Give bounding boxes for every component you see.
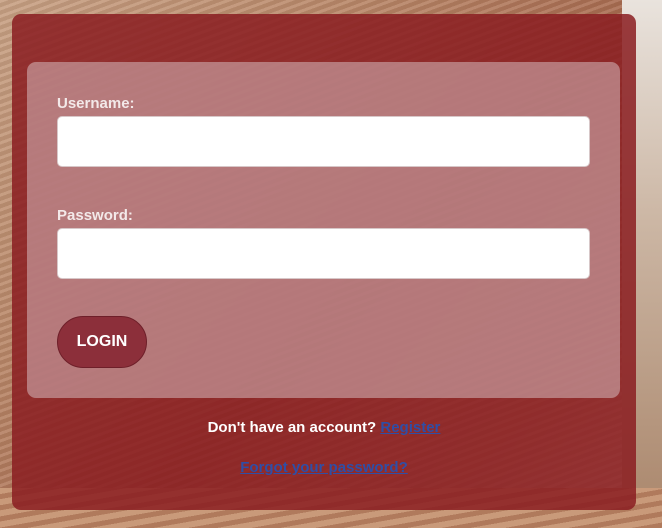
- login-form: Username: Password: LOGIN: [27, 62, 620, 398]
- register-prompt-text: Don't have an account?: [207, 419, 377, 436]
- login-button[interactable]: LOGIN: [57, 316, 147, 368]
- login-card: Username: Password: LOGIN Don't have an …: [12, 14, 636, 510]
- register-link[interactable]: Register: [380, 419, 440, 436]
- username-label: Username:: [57, 95, 135, 112]
- forgot-password-link[interactable]: Forgot your password?: [240, 459, 408, 476]
- password-label: Password:: [57, 207, 133, 224]
- register-prompt-line: Don't have an account? Register: [12, 419, 636, 436]
- forgot-password-line: Forgot your password?: [12, 459, 636, 476]
- username-input[interactable]: [57, 116, 590, 167]
- password-input[interactable]: [57, 228, 590, 279]
